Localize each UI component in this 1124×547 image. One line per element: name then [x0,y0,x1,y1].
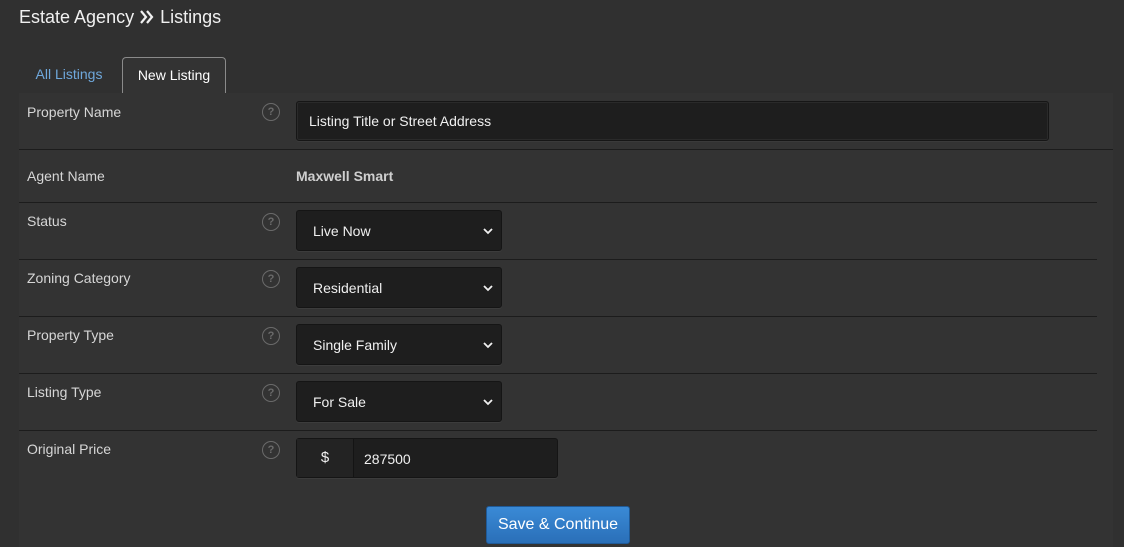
help-icon[interactable]: ? [262,441,280,459]
original-price-input-group[interactable]: $ 287500 [296,438,558,478]
agent-name-label: Agent Name [27,168,105,184]
tab-bar: All Listings New Listing [19,57,1113,94]
help-icon[interactable]: ? [262,270,280,288]
status-row: Status ? Live Now [19,203,1097,260]
currency-prefix: $ [297,439,354,477]
chevron-down-icon [483,228,493,235]
tab-new-listing[interactable]: New Listing [122,57,226,94]
breadcrumb-root[interactable]: Estate Agency [19,7,134,28]
property-type-select[interactable]: Single Family [296,324,502,365]
original-price-label: Original Price [27,441,112,457]
tab-all-listings[interactable]: All Listings [19,57,119,92]
agent-name-value: Maxwell Smart [296,168,394,184]
help-icon[interactable]: ? [262,327,280,345]
breadcrumb-current: Listings [160,6,222,27]
listing-type-label: Listing Type [27,384,102,400]
property-type-label: Property Type [27,327,114,343]
breadcrumb: Estate Agency Listings [19,5,221,29]
double-chevron-right-icon [139,10,155,24]
listing-type-select[interactable]: For Sale [296,381,502,422]
original-price-row: Original Price ? $ 287500 [19,431,1097,491]
zoning-category-label: Zoning Category [27,270,131,286]
chevron-down-icon [483,285,493,292]
property-type-selected-value: Single Family [313,337,398,353]
chevron-down-icon [483,399,493,406]
property-name-row: Property Name ? [19,93,1113,150]
help-icon[interactable]: ? [262,384,280,402]
property-name-input[interactable] [296,101,1049,141]
chevron-down-icon [483,342,493,349]
property-name-label: Property Name [27,104,122,120]
zoning-category-select[interactable]: Residential [296,267,502,308]
listing-type-selected-value: For Sale [313,394,366,410]
status-select[interactable]: Live Now [296,210,502,251]
status-label: Status [27,213,67,229]
zoning-category-selected-value: Residential [313,280,383,296]
help-icon[interactable]: ? [262,103,280,121]
original-price-input[interactable]: 287500 [364,451,411,467]
new-listing-form: Property Name ? Agent Name Maxwell Smart… [19,93,1113,547]
property-type-row: Property Type ? Single Family [19,317,1097,374]
agent-name-row: Agent Name Maxwell Smart [19,150,1097,203]
status-selected-value: Live Now [313,223,371,239]
help-icon[interactable]: ? [262,213,280,231]
zoning-category-row: Zoning Category ? Residential [19,260,1097,317]
listing-type-row: Listing Type ? For Sale [19,374,1097,431]
save-continue-button[interactable]: Save & Continue [486,506,630,544]
